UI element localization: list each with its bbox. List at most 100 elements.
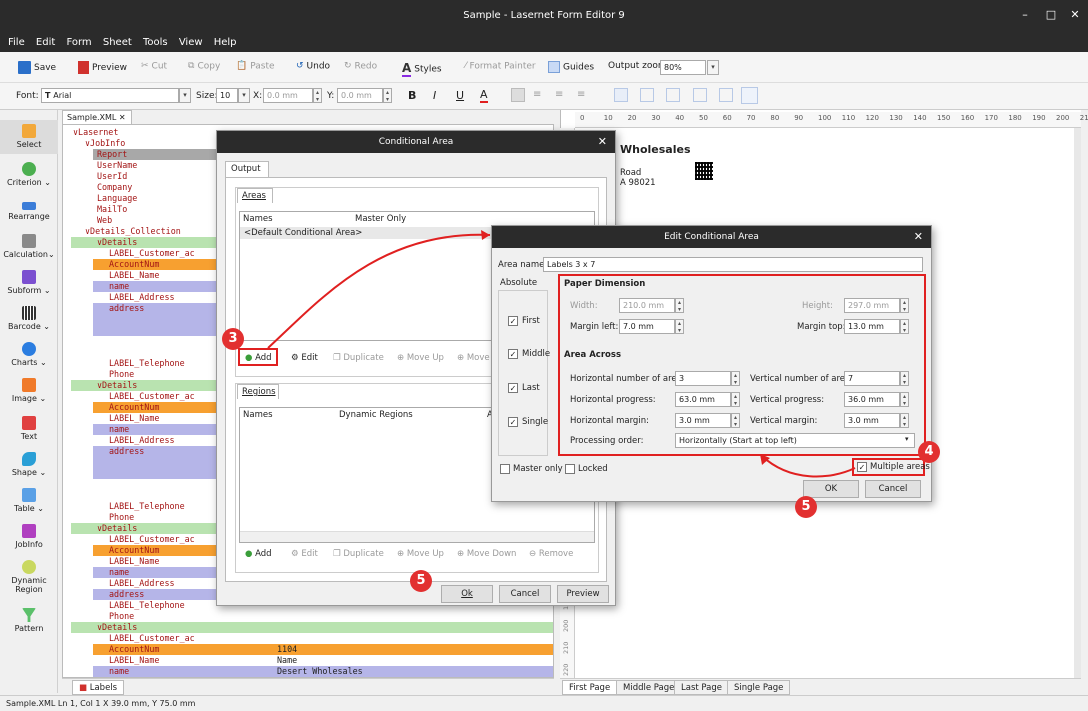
move-down-area-button[interactable]: ⊕ Move bbox=[457, 353, 490, 363]
tab-middle-page[interactable]: Middle Page bbox=[616, 680, 682, 695]
border-icon[interactable] bbox=[614, 88, 628, 102]
vertical-scrollbar[interactable] bbox=[1074, 128, 1081, 678]
y-spinner[interactable]: ▴ ▾ bbox=[383, 88, 392, 103]
duplicate-area-button[interactable]: ❐ Duplicate bbox=[333, 353, 384, 363]
move-up-region-button[interactable]: ⊕ Move Up bbox=[397, 549, 444, 559]
tab-last-page[interactable]: Last Page bbox=[674, 680, 729, 695]
h-margin-spinner[interactable]: ▴ ▾ bbox=[731, 413, 740, 428]
tool-charts[interactable]: Charts ⌄ bbox=[0, 342, 58, 367]
v-margin-spinner[interactable]: ▴ ▾ bbox=[900, 413, 909, 428]
tool-barcode[interactable]: Barcode ⌄ bbox=[0, 306, 58, 331]
menu-edit[interactable]: Edit bbox=[36, 37, 55, 48]
y-input[interactable]: 0.0 mm bbox=[337, 88, 383, 103]
size-select[interactable]: 10 bbox=[216, 88, 238, 103]
chevron-down-icon[interactable]: ▾ bbox=[905, 435, 909, 443]
v-margin-input[interactable]: 3.0 mm bbox=[844, 413, 900, 428]
v-num-input[interactable]: 7 bbox=[844, 371, 900, 386]
duplicate-region-button[interactable]: ❐ Duplicate bbox=[333, 549, 384, 559]
xml-row[interactable]: LABEL_Name Name bbox=[63, 655, 553, 666]
area-name-input[interactable]: Labels 3 x 7 bbox=[543, 257, 923, 272]
menu-form[interactable]: Form bbox=[66, 37, 91, 48]
output-zoom-select[interactable]: 80% bbox=[660, 60, 706, 75]
maximize-button[interactable]: □ bbox=[1043, 8, 1059, 21]
height-input[interactable]: 297.0 mm bbox=[844, 298, 900, 313]
move-up-area-button[interactable]: ⊕ Move Up bbox=[397, 353, 444, 363]
edit-area-button[interactable]: ⚙ Edit bbox=[291, 353, 318, 363]
margin-left-input[interactable]: 7.0 mm bbox=[619, 319, 675, 334]
h-prog-spinner[interactable]: ▴ ▾ bbox=[731, 392, 740, 407]
styles-button[interactable]: A Styles bbox=[402, 61, 442, 77]
text-color-button[interactable]: A bbox=[480, 88, 488, 103]
qr-code-icon[interactable] bbox=[695, 162, 713, 180]
tool-criterion[interactable]: Criterion ⌄ bbox=[0, 162, 58, 187]
underline-button[interactable]: U bbox=[456, 89, 464, 102]
border-outer-icon[interactable] bbox=[666, 88, 680, 102]
menu-help[interactable]: Help bbox=[214, 37, 237, 48]
v-prog-spinner[interactable]: ▴ ▾ bbox=[900, 392, 909, 407]
paste-button[interactable]: 📋 Paste bbox=[236, 61, 275, 72]
menu-sheet[interactable]: Sheet bbox=[103, 37, 132, 48]
justify-icon[interactable]: ≡ bbox=[577, 89, 585, 100]
v-prog-input[interactable]: 36.0 mm bbox=[844, 392, 900, 407]
align-right-icon[interactable]: ≡ bbox=[555, 89, 563, 100]
border-inner-icon[interactable] bbox=[640, 88, 654, 102]
menu-tools[interactable]: Tools bbox=[143, 37, 168, 48]
first-checkbox[interactable]: ✓ bbox=[508, 316, 518, 326]
preview-button[interactable]: Preview bbox=[78, 61, 127, 74]
tool-jobinfo[interactable]: JobInfo bbox=[0, 524, 58, 549]
tab-first-page[interactable]: First Page bbox=[562, 680, 618, 695]
tab-output[interactable]: Output bbox=[225, 161, 269, 177]
chevron-down-icon[interactable]: ▾ bbox=[238, 88, 250, 103]
tool-subform[interactable]: Subform ⌄ bbox=[0, 270, 58, 295]
h-num-spinner[interactable]: ▴ ▾ bbox=[731, 371, 740, 386]
tool-shape[interactable]: Shape ⌄ bbox=[0, 452, 58, 477]
cut-button[interactable]: ✂ Cut bbox=[141, 61, 167, 72]
margin-top-input[interactable]: 13.0 mm bbox=[844, 319, 900, 334]
ok-button[interactable]: OK bbox=[803, 480, 859, 498]
x-spinner[interactable]: ▴ ▾ bbox=[313, 88, 322, 103]
single-checkbox[interactable]: ✓ bbox=[508, 417, 518, 427]
format-painter-button[interactable]: ⁄ Format Painter bbox=[465, 61, 536, 72]
width-spinner[interactable]: ▴ ▾ bbox=[675, 298, 684, 313]
margin-top-spinner[interactable]: ▴ ▾ bbox=[900, 319, 909, 334]
chevron-down-icon[interactable]: ▾ bbox=[179, 88, 191, 103]
redo-button[interactable]: ↻ Redo bbox=[344, 61, 377, 72]
v-num-spinner[interactable]: ▴ ▾ bbox=[900, 371, 909, 386]
tool-dynamic-region[interactable]: Dynamic Region bbox=[0, 560, 58, 594]
last-checkbox[interactable]: ✓ bbox=[508, 383, 518, 393]
chevron-down-icon[interactable]: ▾ bbox=[707, 60, 719, 75]
font-select[interactable]: T Arial bbox=[41, 88, 179, 103]
edit-region-button[interactable]: ⚙ Edit bbox=[291, 549, 318, 559]
processing-order-select[interactable]: Horizontally (Start at top left) bbox=[675, 433, 915, 448]
h-prog-input[interactable]: 63.0 mm bbox=[675, 392, 731, 407]
margin-left-spinner[interactable]: ▴ ▾ bbox=[675, 319, 684, 334]
width-input[interactable]: 210.0 mm bbox=[619, 298, 675, 313]
cancel-button[interactable]: Cancel bbox=[499, 585, 551, 603]
italic-button[interactable]: I bbox=[433, 89, 436, 102]
bold-button[interactable]: B bbox=[408, 89, 416, 102]
menu-view[interactable]: View bbox=[179, 37, 203, 48]
x-input[interactable]: 0.0 mm bbox=[263, 88, 313, 103]
middle-checkbox[interactable]: ✓ bbox=[508, 349, 518, 359]
horizontal-scrollbar[interactable] bbox=[240, 531, 594, 542]
undo-button[interactable]: ↺ Undo bbox=[296, 61, 330, 72]
locked-checkbox[interactable] bbox=[565, 464, 575, 474]
cancel-button[interactable]: Cancel bbox=[865, 480, 921, 498]
xml-row[interactable]: name Desert Wholesales bbox=[63, 666, 553, 677]
xml-tab[interactable]: Sample.XML ✕ bbox=[62, 110, 132, 124]
h-margin-input[interactable]: 3.0 mm bbox=[675, 413, 731, 428]
xml-row[interactable]: Phone bbox=[63, 611, 553, 622]
minimize-button[interactable]: – bbox=[1017, 8, 1033, 21]
master-only-checkbox[interactable] bbox=[500, 464, 510, 474]
add-region-button[interactable]: ● Add bbox=[245, 549, 272, 559]
move-down-region-button[interactable]: ⊕ Move Down bbox=[457, 549, 516, 559]
close-button[interactable]: ✕ bbox=[1067, 8, 1083, 21]
tool-pattern[interactable]: Pattern bbox=[0, 608, 58, 633]
areas-tab[interactable]: Areas bbox=[237, 188, 273, 203]
border-v-icon[interactable] bbox=[719, 88, 733, 102]
close-icon[interactable]: ✕ bbox=[914, 226, 923, 248]
xml-row[interactable]: ∨Details bbox=[63, 622, 553, 633]
h-num-input[interactable]: 3 bbox=[675, 371, 731, 386]
align-left-icon[interactable] bbox=[511, 88, 525, 102]
tab-single-page[interactable]: Single Page bbox=[727, 680, 791, 695]
